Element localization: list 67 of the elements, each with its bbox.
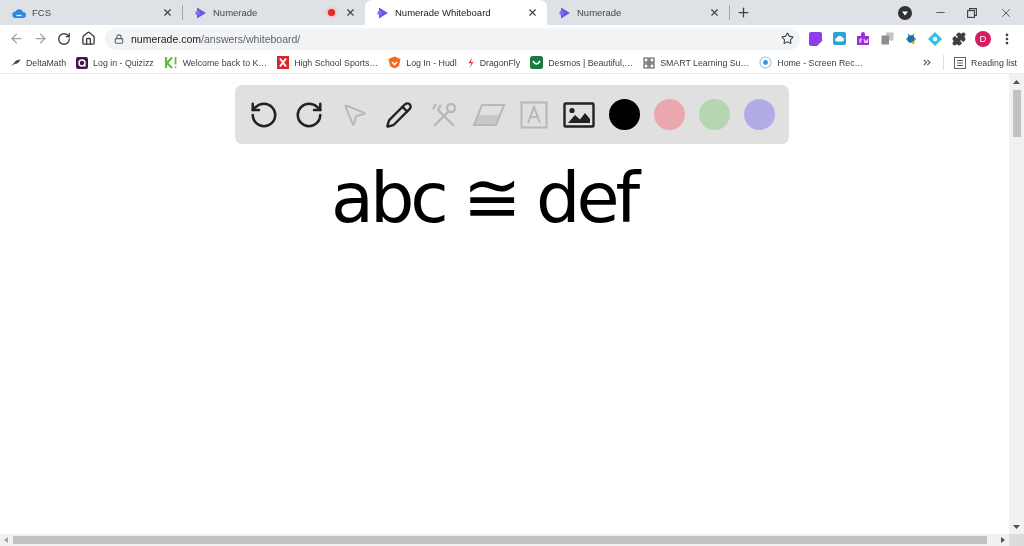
address-bar[interactable]: numerade.com/answers/whiteboard/ bbox=[105, 27, 800, 50]
bookmark-item[interactable]: DeltaMath bbox=[7, 52, 70, 73]
eraser-icon bbox=[472, 102, 506, 127]
double-chevron-icon bbox=[923, 59, 932, 66]
browser-tab[interactable]: Numerade bbox=[547, 0, 729, 25]
flame-icon bbox=[466, 56, 475, 69]
down-triangle-icon bbox=[1013, 524, 1020, 529]
bookmark-item[interactable]: Log in - Quizizz bbox=[73, 52, 157, 73]
play-logo-icon bbox=[559, 5, 571, 20]
cloud-icon bbox=[12, 6, 26, 19]
close-icon bbox=[708, 7, 720, 18]
reload-icon bbox=[57, 31, 71, 46]
k-mark-icon bbox=[163, 56, 178, 69]
feather-icon bbox=[10, 58, 21, 67]
puzzle-icon bbox=[952, 31, 966, 46]
note-tile-icon bbox=[808, 31, 822, 46]
bookmark-item[interactable]: DragonFly bbox=[463, 52, 524, 73]
left-triangle-icon bbox=[4, 537, 8, 543]
up-triangle-icon bbox=[1013, 79, 1020, 84]
close-icon bbox=[526, 7, 538, 18]
image-icon bbox=[563, 101, 595, 128]
media-control-icon bbox=[898, 5, 912, 20]
close-icon bbox=[344, 7, 356, 18]
browser-tab[interactable]: FCS bbox=[0, 0, 182, 25]
color-swatch[interactable] bbox=[698, 99, 730, 130]
browser-tab[interactable]: Numerade bbox=[183, 0, 365, 25]
plus-icon bbox=[735, 5, 751, 20]
diamond-icon bbox=[928, 31, 942, 46]
ring-tile-icon bbox=[76, 56, 89, 69]
scrollbar-corner bbox=[1009, 534, 1024, 546]
home-icon bbox=[80, 31, 96, 46]
color-swatch[interactable] bbox=[653, 99, 685, 130]
bookmark-item[interactable]: Log In - Hudl bbox=[385, 52, 460, 73]
url-text: numerade.com/answers/whiteboard/ bbox=[131, 32, 302, 45]
grid-pattern-icon bbox=[643, 56, 656, 69]
bookmark-item[interactable]: Welcome back to K… bbox=[160, 52, 271, 73]
text-box-icon bbox=[520, 100, 548, 129]
pencil-icon bbox=[385, 100, 413, 129]
bookmark-item[interactable]: SMART Learning Su… bbox=[640, 52, 753, 73]
handwritten-text: abc ≅ def bbox=[331, 163, 637, 233]
x-tile-icon bbox=[277, 56, 290, 69]
color-swatch[interactable] bbox=[743, 99, 775, 130]
close-icon bbox=[161, 7, 173, 18]
reading-list-icon bbox=[954, 56, 967, 69]
scrollbar-thumb[interactable] bbox=[1012, 90, 1021, 137]
color-swatch[interactable] bbox=[608, 99, 640, 130]
play-logo-icon bbox=[377, 5, 389, 20]
reading-list-button[interactable]: Reading list bbox=[951, 52, 1020, 73]
browser-tab[interactable]: Numerade Whiteboard bbox=[365, 0, 547, 25]
forward-arrow-icon bbox=[32, 31, 48, 46]
right-triangle-icon bbox=[1001, 537, 1005, 543]
profile-button[interactable]: D bbox=[975, 30, 991, 47]
shield-icon bbox=[388, 56, 402, 69]
play-logo-icon bbox=[195, 5, 207, 20]
layers-icon bbox=[880, 32, 894, 45]
target-icon bbox=[759, 56, 773, 69]
bookmark-item[interactable]: High School Sports… bbox=[274, 52, 382, 73]
restore-icon bbox=[967, 7, 977, 18]
puzzle-tile-icon bbox=[856, 31, 870, 46]
lock-icon bbox=[114, 33, 124, 44]
star-icon bbox=[780, 32, 794, 45]
cloud-tile-icon bbox=[832, 32, 846, 45]
smile-tile-icon bbox=[530, 56, 544, 69]
bookmark-item[interactable]: Desmos | Beautiful,… bbox=[527, 52, 637, 73]
bug-icon bbox=[905, 32, 917, 45]
bookmark-item[interactable]: Home - Screen Rec… bbox=[756, 52, 867, 73]
scrollbar-thumb[interactable] bbox=[13, 536, 987, 544]
